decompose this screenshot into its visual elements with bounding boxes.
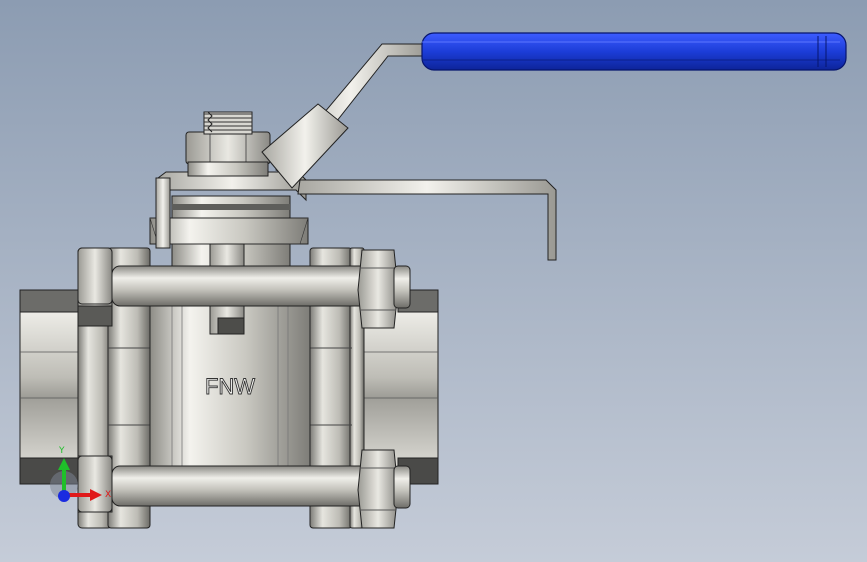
body-marking-text: FNW [205, 374, 255, 399]
cad-viewport[interactable]: FNW Y X [0, 0, 867, 562]
y-axis-label: Y [58, 446, 65, 456]
bolt-rod-bottom [111, 465, 373, 507]
orientation-triad: Y X [50, 446, 111, 502]
bolt-head-left-top [77, 247, 113, 305]
handle-grip[interactable] [421, 32, 847, 71]
stem-nut [185, 131, 271, 177]
ball-valve-model[interactable]: FNW [0, 0, 867, 562]
stem-thread [203, 111, 253, 135]
x-axis-label: X [105, 490, 111, 500]
bolt-rod-top [111, 265, 373, 307]
y-axis-arrowhead [58, 458, 70, 470]
z-axis-dot [58, 490, 70, 502]
x-axis-arrowhead [90, 489, 102, 501]
